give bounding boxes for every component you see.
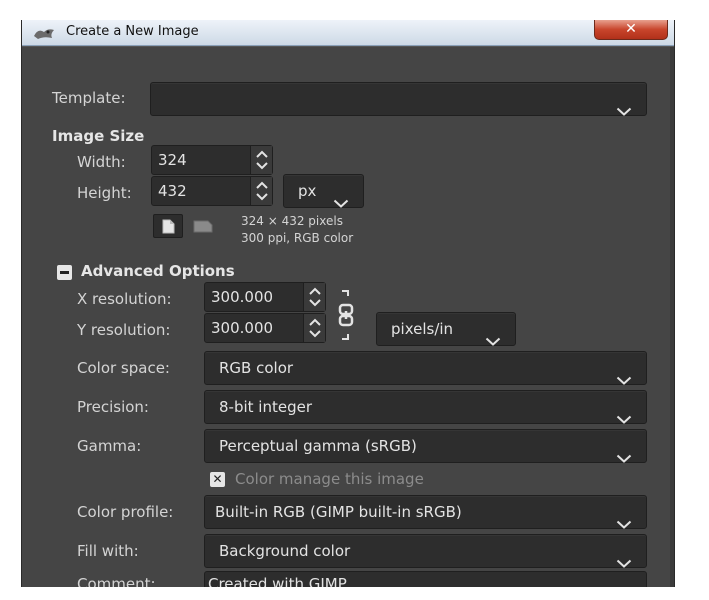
- width-field[interactable]: 324: [151, 145, 273, 175]
- landscape-orientation-icon[interactable]: [193, 220, 213, 237]
- width-label: Width:: [77, 153, 126, 171]
- color-space-label: Color space:: [77, 359, 170, 377]
- precision-value: 8-bit integer: [219, 398, 312, 416]
- precision-label: Precision:: [77, 398, 149, 416]
- collapse-minus-icon[interactable]: [57, 265, 72, 280]
- chevron-down-icon: [616, 95, 632, 127]
- comment-textarea[interactable]: Created with GIMP: [204, 571, 647, 587]
- y-resolution-label: Y resolution:: [77, 321, 171, 339]
- gamma-combo[interactable]: Perceptual gamma (sRGB): [204, 429, 647, 463]
- fill-with-label: Fill with:: [77, 542, 139, 560]
- y-resolution-field[interactable]: 300.000: [204, 313, 326, 343]
- close-button[interactable]: ✕: [594, 20, 668, 40]
- fill-with-combo[interactable]: Background color: [204, 534, 647, 568]
- comment-value: Created with GIMP: [208, 575, 347, 587]
- chevron-down-icon: [616, 442, 632, 474]
- height-label: Height:: [77, 184, 132, 202]
- size-info-pixels: 324 × 432 pixels: [241, 214, 343, 228]
- scrollbar[interactable]: [670, 47, 674, 587]
- color-space-combo[interactable]: RGB color: [204, 351, 647, 385]
- y-resolution-value: 300.000: [211, 319, 274, 337]
- color-profile-combo[interactable]: Built-in RGB (GIMP built-in sRGB): [204, 495, 647, 529]
- size-unit-value: px: [298, 182, 317, 200]
- portrait-button[interactable]: [153, 214, 183, 238]
- color-space-value: RGB color: [219, 359, 294, 377]
- color-manage-checkbox[interactable]: ✕: [210, 472, 225, 487]
- checkmark-icon: ✕: [212, 472, 223, 486]
- advanced-options-heading[interactable]: Advanced Options: [81, 262, 235, 280]
- color-profile-label: Color profile:: [77, 503, 174, 521]
- spin-arrows-icon[interactable]: [250, 177, 272, 205]
- create-image-dialog: Create a New Image ✕ Template: Image Siz…: [21, 20, 675, 587]
- height-field[interactable]: 432: [151, 176, 273, 206]
- precision-combo[interactable]: 8-bit integer: [204, 390, 647, 424]
- gimp-wilber-icon: [32, 26, 56, 40]
- spin-arrows-icon[interactable]: [303, 314, 325, 342]
- template-combo[interactable]: [150, 82, 647, 116]
- gamma-label: Gamma:: [77, 437, 142, 455]
- resolution-unit-value: pixels/in: [391, 320, 454, 338]
- fill-with-value: Background color: [219, 542, 351, 560]
- color-manage-label[interactable]: Color manage this image: [235, 470, 424, 488]
- title-bar[interactable]: Create a New Image ✕: [22, 20, 674, 46]
- x-resolution-value: 300.000: [211, 288, 274, 306]
- x-resolution-label: X resolution:: [77, 290, 172, 308]
- portrait-orientation-icon: [162, 219, 175, 238]
- size-unit-combo[interactable]: px: [283, 174, 364, 208]
- spin-arrows-icon[interactable]: [250, 146, 272, 174]
- chain-link-icon[interactable]: [337, 289, 355, 345]
- dialog-content: Template: Image Size Width: 324 Height: …: [22, 46, 674, 587]
- image-size-heading: Image Size: [52, 127, 145, 145]
- color-profile-value: Built-in RGB (GIMP built-in sRGB): [215, 503, 462, 521]
- height-value: 432: [158, 182, 187, 200]
- gamma-value: Perceptual gamma (sRGB): [219, 437, 417, 455]
- size-info-resolution: 300 ppi, RGB color: [241, 231, 354, 245]
- comment-label: Comment:: [77, 575, 156, 587]
- window-title: Create a New Image: [66, 24, 199, 39]
- x-resolution-field[interactable]: 300.000: [204, 282, 326, 312]
- close-icon: ✕: [625, 21, 637, 37]
- spin-arrows-icon[interactable]: [303, 283, 325, 311]
- width-value: 324: [158, 151, 187, 169]
- resolution-unit-combo[interactable]: pixels/in: [376, 312, 516, 346]
- template-label: Template:: [52, 89, 126, 107]
